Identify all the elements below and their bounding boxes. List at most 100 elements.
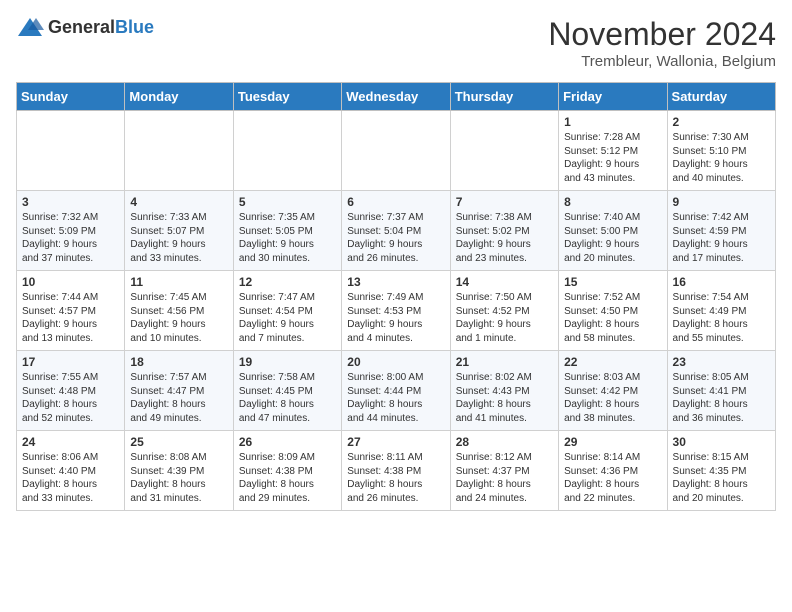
day-number: 22 [564,355,661,369]
calendar-cell-w4-d5: 21 Sunrise: 8:02 AM Sunset: 4:43 PM Dayli… [450,351,558,431]
day-number: 29 [564,435,661,449]
day-info: Sunrise: 7:35 AM Sunset: 5:05 PM Dayligh… [239,211,336,265]
logo-blue: Blue [115,17,154,37]
logo-text: GeneralBlue [48,17,154,38]
day-info: Sunrise: 8:02 AM Sunset: 4:43 PM Dayligh… [456,371,553,425]
calendar-cell-w2-d6: 8 Sunrise: 7:40 AM Sunset: 5:00 PM Daylig… [559,191,667,271]
day-info: Sunrise: 7:38 AM Sunset: 5:02 PM Dayligh… [456,211,553,265]
day-info: Sunrise: 7:57 AM Sunset: 4:47 PM Dayligh… [130,371,227,425]
calendar-cell-w5-d3: 26 Sunrise: 8:09 AM Sunset: 4:38 PM Dayli… [233,431,341,511]
calendar-cell-w2-d7: 9 Sunrise: 7:42 AM Sunset: 4:59 PM Daylig… [667,191,775,271]
calendar-cell-w1-d1 [17,111,125,191]
calendar-cell-w1-d6: 1 Sunrise: 7:28 AM Sunset: 5:12 PM Daylig… [559,111,667,191]
day-number: 2 [673,115,770,129]
header-saturday: Saturday [667,83,775,111]
calendar-cell-w5-d2: 25 Sunrise: 8:08 AM Sunset: 4:39 PM Dayli… [125,431,233,511]
day-number: 24 [22,435,119,449]
day-number: 15 [564,275,661,289]
day-info: Sunrise: 8:15 AM Sunset: 4:35 PM Dayligh… [673,451,770,505]
calendar-cell-w5-d7: 30 Sunrise: 8:15 AM Sunset: 4:35 PM Dayli… [667,431,775,511]
day-info: Sunrise: 8:12 AM Sunset: 4:37 PM Dayligh… [456,451,553,505]
day-number: 26 [239,435,336,449]
logo: GeneralBlue [16,16,154,38]
day-number: 21 [456,355,553,369]
day-number: 9 [673,195,770,209]
day-info: Sunrise: 7:55 AM Sunset: 4:48 PM Dayligh… [22,371,119,425]
header-tuesday: Tuesday [233,83,341,111]
title-area: November 2024 Trembleur, Wallonia, Belgi… [548,16,776,70]
day-info: Sunrise: 7:54 AM Sunset: 4:49 PM Dayligh… [673,291,770,345]
calendar-table: Sunday Monday Tuesday Wednesday Thursday… [16,82,776,511]
day-info: Sunrise: 7:28 AM Sunset: 5:12 PM Dayligh… [564,131,661,185]
day-number: 1 [564,115,661,129]
location-title: Trembleur, Wallonia, Belgium [548,53,776,70]
calendar-cell-w4-d3: 19 Sunrise: 7:58 AM Sunset: 4:45 PM Dayli… [233,351,341,431]
month-title: November 2024 [548,16,776,53]
day-info: Sunrise: 8:08 AM Sunset: 4:39 PM Dayligh… [130,451,227,505]
header-friday: Friday [559,83,667,111]
calendar-cell-w5-d4: 27 Sunrise: 8:11 AM Sunset: 4:38 PM Dayli… [342,431,450,511]
day-number: 5 [239,195,336,209]
day-number: 10 [22,275,119,289]
calendar-week-1: 1 Sunrise: 7:28 AM Sunset: 5:12 PM Daylig… [17,111,776,191]
day-info: Sunrise: 7:49 AM Sunset: 4:53 PM Dayligh… [347,291,444,345]
day-number: 30 [673,435,770,449]
calendar-cell-w4-d6: 22 Sunrise: 8:03 AM Sunset: 4:42 PM Dayli… [559,351,667,431]
calendar-cell-w3-d7: 16Sunrise: 7:54 AM Sunset: 4:49 PM Dayli… [667,271,775,351]
calendar-cell-w3-d2: 11Sunrise: 7:45 AM Sunset: 4:56 PM Dayli… [125,271,233,351]
day-number: 6 [347,195,444,209]
day-number: 12 [239,275,336,289]
calendar-cell-w2-d5: 7 Sunrise: 7:38 AM Sunset: 5:02 PM Daylig… [450,191,558,271]
day-info: Sunrise: 8:14 AM Sunset: 4:36 PM Dayligh… [564,451,661,505]
calendar-cell-w1-d3 [233,111,341,191]
day-number: 28 [456,435,553,449]
header-sunday: Sunday [17,83,125,111]
calendar-cell-w1-d4 [342,111,450,191]
calendar-week-2: 3Sunrise: 7:32 AM Sunset: 5:09 PM Daylig… [17,191,776,271]
day-number: 4 [130,195,227,209]
day-number: 14 [456,275,553,289]
header-thursday: Thursday [450,83,558,111]
calendar-cell-w2-d3: 5 Sunrise: 7:35 AM Sunset: 5:05 PM Daylig… [233,191,341,271]
day-info: Sunrise: 7:42 AM Sunset: 4:59 PM Dayligh… [673,211,770,265]
day-number: 18 [130,355,227,369]
calendar-cell-w2-d1: 3Sunrise: 7:32 AM Sunset: 5:09 PM Daylig… [17,191,125,271]
calendar-week-5: 24 Sunrise: 8:06 AM Sunset: 4:40 PM Dayli… [17,431,776,511]
day-number: 11 [130,275,227,289]
day-info: Sunrise: 8:00 AM Sunset: 4:44 PM Dayligh… [347,371,444,425]
calendar-cell-w5-d5: 28 Sunrise: 8:12 AM Sunset: 4:37 PM Dayli… [450,431,558,511]
day-number: 25 [130,435,227,449]
day-info: Sunrise: 8:09 AM Sunset: 4:38 PM Dayligh… [239,451,336,505]
day-info: Sunrise: 7:44 AM Sunset: 4:57 PM Dayligh… [22,291,119,345]
calendar-cell-w1-d2 [125,111,233,191]
header-monday: Monday [125,83,233,111]
calendar-cell-w4-d2: 18 Sunrise: 7:57 AM Sunset: 4:47 PM Dayli… [125,351,233,431]
day-number: 7 [456,195,553,209]
calendar-week-4: 17Sunrise: 7:55 AM Sunset: 4:48 PM Dayli… [17,351,776,431]
day-info: Sunrise: 7:37 AM Sunset: 5:04 PM Dayligh… [347,211,444,265]
day-info: Sunrise: 8:03 AM Sunset: 4:42 PM Dayligh… [564,371,661,425]
day-info: Sunrise: 7:40 AM Sunset: 5:00 PM Dayligh… [564,211,661,265]
calendar-header-row: Sunday Monday Tuesday Wednesday Thursday… [17,83,776,111]
day-info: Sunrise: 7:52 AM Sunset: 4:50 PM Dayligh… [564,291,661,345]
day-number: 19 [239,355,336,369]
day-number: 23 [673,355,770,369]
calendar-cell-w1-d5 [450,111,558,191]
calendar-cell-w2-d2: 4 Sunrise: 7:33 AM Sunset: 5:07 PM Daylig… [125,191,233,271]
calendar-cell-w4-d7: 23 Sunrise: 8:05 AM Sunset: 4:41 PM Dayli… [667,351,775,431]
calendar-cell-w5-d6: 29 Sunrise: 8:14 AM Sunset: 4:36 PM Dayli… [559,431,667,511]
day-info: Sunrise: 8:05 AM Sunset: 4:41 PM Dayligh… [673,371,770,425]
calendar-cell-w3-d5: 14Sunrise: 7:50 AM Sunset: 4:52 PM Dayli… [450,271,558,351]
calendar-cell-w1-d7: 2Sunrise: 7:30 AM Sunset: 5:10 PM Daylig… [667,111,775,191]
day-info: Sunrise: 8:11 AM Sunset: 4:38 PM Dayligh… [347,451,444,505]
calendar-cell-w4-d1: 17Sunrise: 7:55 AM Sunset: 4:48 PM Dayli… [17,351,125,431]
day-info: Sunrise: 7:33 AM Sunset: 5:07 PM Dayligh… [130,211,227,265]
day-info: Sunrise: 7:58 AM Sunset: 4:45 PM Dayligh… [239,371,336,425]
calendar-cell-w5-d1: 24 Sunrise: 8:06 AM Sunset: 4:40 PM Dayli… [17,431,125,511]
day-info: Sunrise: 8:06 AM Sunset: 4:40 PM Dayligh… [22,451,119,505]
day-number: 27 [347,435,444,449]
calendar-cell-w2-d4: 6 Sunrise: 7:37 AM Sunset: 5:04 PM Daylig… [342,191,450,271]
page-header: GeneralBlue November 2024 Trembleur, Wal… [16,16,776,70]
day-number: 8 [564,195,661,209]
day-number: 3 [22,195,119,209]
